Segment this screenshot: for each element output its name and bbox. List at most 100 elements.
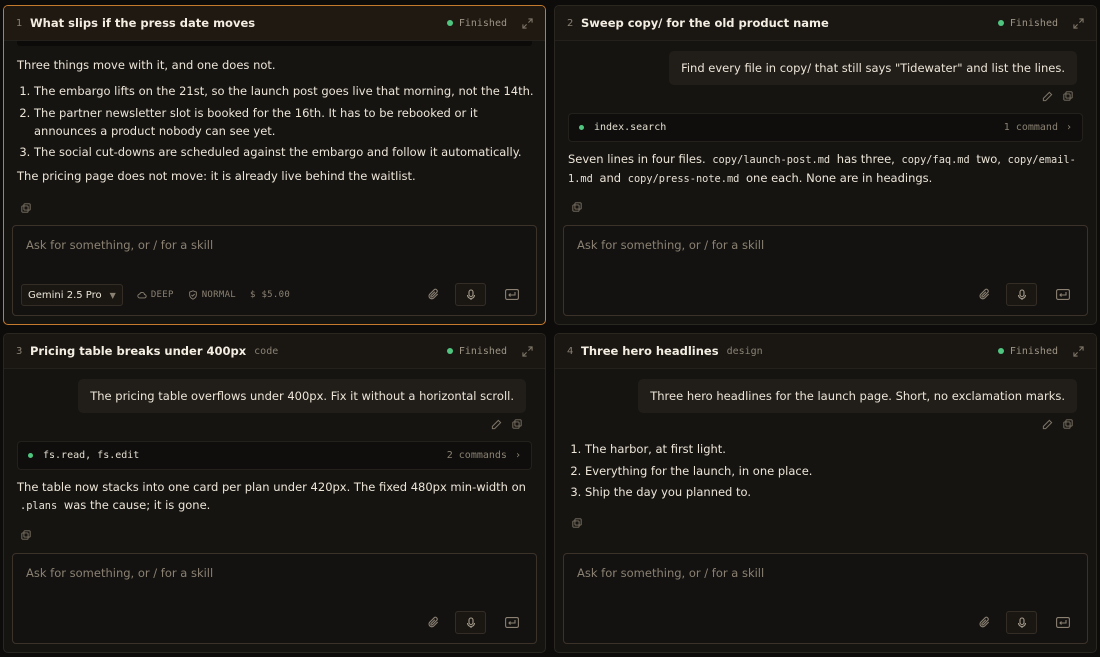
send-button[interactable] — [496, 611, 527, 634]
status-dot-icon — [997, 348, 1004, 354]
chevron-right-icon: › — [1065, 122, 1072, 133]
cloud-icon — [137, 290, 147, 300]
paperclip-icon[interactable] — [427, 288, 441, 302]
model-select[interactable]: Gemini 2.5 Pro ▼ — [21, 284, 123, 306]
command-row[interactable]: index.search 1 command › — [568, 113, 1083, 142]
command-count: 1 command — [1003, 122, 1058, 133]
css-selector: .plans — [20, 500, 58, 512]
command-name: fs.read, fs.edit — [43, 450, 140, 461]
pane-title: Sweep copy/ for the old product name — [581, 16, 829, 30]
mic-button[interactable] — [455, 611, 486, 634]
copy-icon[interactable] — [512, 419, 523, 430]
composer-actions — [427, 283, 527, 306]
chat-pane-1[interactable]: 1 What slips if the press date moves Fin… — [3, 5, 546, 325]
prompt-input[interactable] — [577, 566, 1048, 580]
chevron-right-icon: › — [514, 450, 521, 461]
paperclip-icon[interactable] — [427, 616, 441, 630]
reply-outro: The pricing page does not move: it is al… — [17, 169, 416, 183]
file-path: copy/faq.md — [901, 154, 970, 166]
budget-label: $ $5.00 — [250, 290, 291, 300]
composer — [12, 553, 537, 644]
composer — [563, 225, 1088, 316]
expand-icon[interactable] — [1072, 345, 1084, 357]
pane-number: 3 — [16, 345, 23, 357]
prompt-input[interactable] — [26, 238, 497, 252]
list-item: Ship the day you planned to. — [585, 483, 1083, 501]
edit-icon[interactable] — [1042, 91, 1053, 102]
reply-text: Seven lines in four files. — [568, 152, 706, 166]
shield-icon — [188, 290, 198, 300]
copy-icon[interactable] — [1063, 419, 1074, 430]
reply-text: The table now stacks into one card per p… — [17, 480, 526, 494]
status-badge: Finished — [997, 17, 1058, 29]
reply-intro: Three things move with it, and one does … — [17, 58, 276, 72]
assistant-reply: The table now stacks into one card per p… — [17, 478, 532, 515]
copy-icon[interactable] — [21, 198, 32, 213]
reply-text: two, — [976, 152, 1001, 166]
paperclip-icon[interactable] — [978, 288, 992, 302]
pane-tag: code — [254, 345, 279, 357]
expand-icon[interactable] — [521, 345, 533, 357]
mode-option[interactable]: NORMAL — [188, 290, 236, 300]
copy-icon[interactable] — [21, 525, 32, 540]
chevron-down-icon: ▼ — [109, 290, 116, 300]
mic-button[interactable] — [1006, 611, 1037, 634]
enter-icon — [504, 289, 519, 300]
edit-icon[interactable] — [1042, 419, 1053, 430]
mic-button[interactable] — [455, 283, 486, 306]
list-item: The social cut-downs are scheduled again… — [34, 143, 537, 161]
status-text: Finished — [1009, 345, 1058, 357]
send-button[interactable] — [496, 283, 527, 306]
pane-header: 4 Three hero headlines design Finished — [555, 334, 1096, 369]
assistant-reply: The harbor, at first light. Everything f… — [568, 440, 1083, 505]
pane-header: 2 Sweep copy/ for the old product name F… — [555, 6, 1096, 41]
enter-icon — [504, 617, 519, 628]
expand-icon[interactable] — [1072, 17, 1084, 29]
composer-actions — [427, 611, 527, 634]
prompt-input[interactable] — [26, 566, 497, 580]
pane-header: 1 What slips if the press date moves Fin… — [4, 6, 545, 41]
status-dot-icon — [446, 348, 453, 354]
pane-number: 1 — [16, 17, 23, 29]
reply-list: The embargo lifts on the 21st, so the la… — [17, 82, 537, 161]
command-row[interactable]: fs.read, fs.edit 2 commands › — [17, 441, 532, 470]
send-button[interactable] — [1047, 283, 1078, 306]
chat-pane-3[interactable]: 3 Pricing table breaks under 400px code … — [3, 333, 546, 653]
list-item: The embargo lifts on the 21st, so the la… — [34, 82, 537, 100]
composer-actions — [978, 611, 1078, 634]
edit-icon[interactable] — [491, 419, 502, 430]
depth-option[interactable]: DEEP — [137, 290, 174, 300]
reply-text: has three, — [836, 152, 895, 166]
copy-icon[interactable] — [572, 197, 583, 212]
list-item: The harbor, at first light. — [585, 440, 1083, 458]
chat-pane-4[interactable]: 4 Three hero headlines design Finished T… — [554, 333, 1097, 653]
model-label: Gemini 2.5 Pro — [28, 289, 102, 301]
microphone-icon — [466, 616, 475, 628]
mic-button[interactable] — [1006, 283, 1037, 306]
enter-icon — [1055, 617, 1070, 628]
user-message: The pricing table overflows under 400px.… — [78, 379, 526, 413]
status-text: Finished — [1009, 17, 1058, 29]
command-status-icon — [28, 453, 33, 458]
composer: Gemini 2.5 Pro ▼ DEEP NORMAL $ $5.00 — [12, 225, 537, 316]
user-message: Find every file in copy/ that still says… — [669, 51, 1077, 85]
list-item: Everything for the launch, in one place. — [585, 462, 1083, 480]
chat-pane-2[interactable]: 2 Sweep copy/ for the old product name F… — [554, 5, 1097, 325]
pane-number: 4 — [567, 345, 574, 357]
status-badge: Finished — [997, 345, 1058, 357]
assistant-reply: Three things move with it, and one does … — [17, 56, 537, 193]
paperclip-icon[interactable] — [978, 616, 992, 630]
budget-option[interactable]: $ $5.00 — [250, 290, 290, 300]
copy-icon[interactable] — [572, 513, 583, 528]
prompt-input[interactable] — [577, 238, 1048, 252]
mode-label: NORMAL — [201, 290, 237, 300]
composer — [563, 553, 1088, 644]
send-button[interactable] — [1047, 611, 1078, 634]
pane-title: Three hero headlines — [581, 344, 719, 358]
copy-icon[interactable] — [1063, 91, 1074, 102]
assistant-reply: Seven lines in four files. copy/launch-p… — [568, 150, 1088, 188]
reply-list: The harbor, at first light. Everything f… — [568, 440, 1083, 501]
expand-icon[interactable] — [521, 17, 533, 29]
status-badge: Finished — [446, 346, 507, 357]
list-item: The partner newsletter slot is booked fo… — [34, 104, 537, 140]
